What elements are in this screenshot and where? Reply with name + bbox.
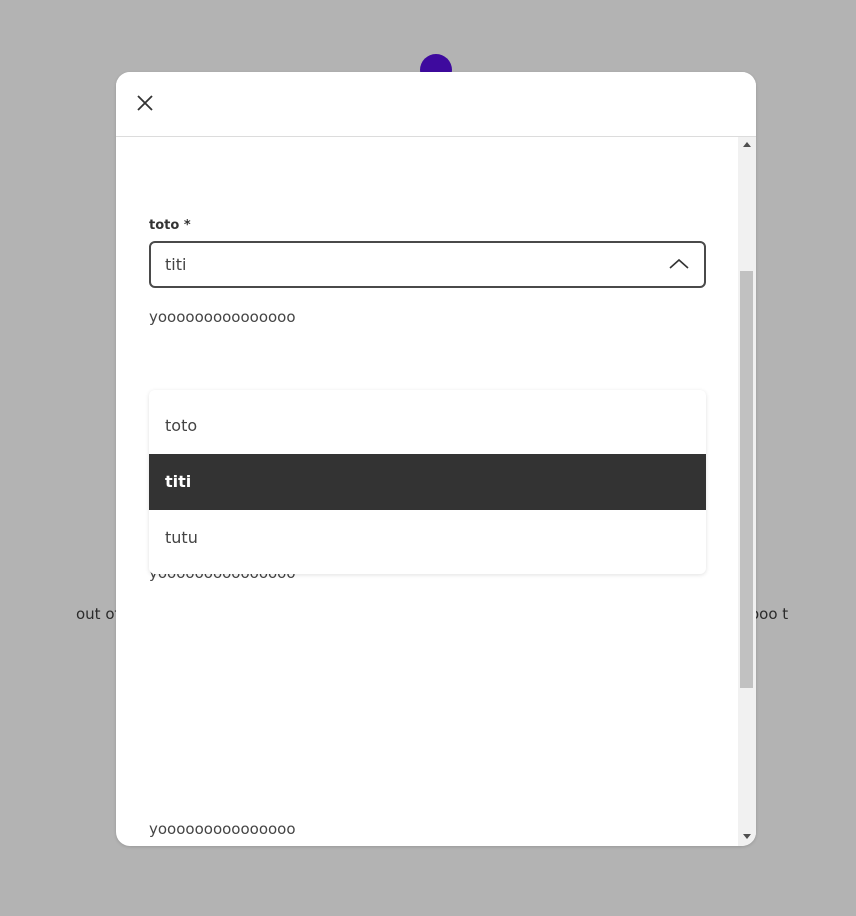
close-icon: [137, 95, 153, 111]
modal-dialog: toto * titi yooooooooooooooo yoooooooooo…: [116, 72, 756, 846]
scrollbar[interactable]: [738, 137, 756, 846]
helper-text: yooooooooooooooo: [149, 820, 296, 838]
select-field[interactable]: titi: [149, 241, 706, 288]
scroll-up-arrow-icon[interactable]: [743, 142, 751, 147]
chevron-up-icon: [669, 258, 689, 269]
scroll-down-arrow-icon[interactable]: [743, 834, 751, 839]
dropdown-option-tutu[interactable]: tutu: [149, 510, 706, 566]
dropdown-option-titi[interactable]: titi: [149, 454, 706, 510]
dropdown-menu: toto titi tutu: [149, 390, 706, 574]
modal-header: [116, 72, 756, 137]
background-text-left: out of: [76, 605, 120, 623]
modal-body: toto * titi yooooooooooooooo yoooooooooo…: [116, 137, 738, 846]
close-button[interactable]: [132, 90, 158, 116]
option-label: toto: [165, 416, 198, 435]
scrollbar-thumb[interactable]: [740, 271, 753, 688]
select-value: titi: [165, 255, 187, 274]
option-label: tutu: [165, 528, 198, 547]
field-label: toto *: [149, 218, 191, 233]
option-label: titi: [165, 472, 192, 491]
helper-text: yooooooooooooooo: [149, 308, 296, 326]
dropdown-option-toto[interactable]: toto: [149, 398, 706, 454]
